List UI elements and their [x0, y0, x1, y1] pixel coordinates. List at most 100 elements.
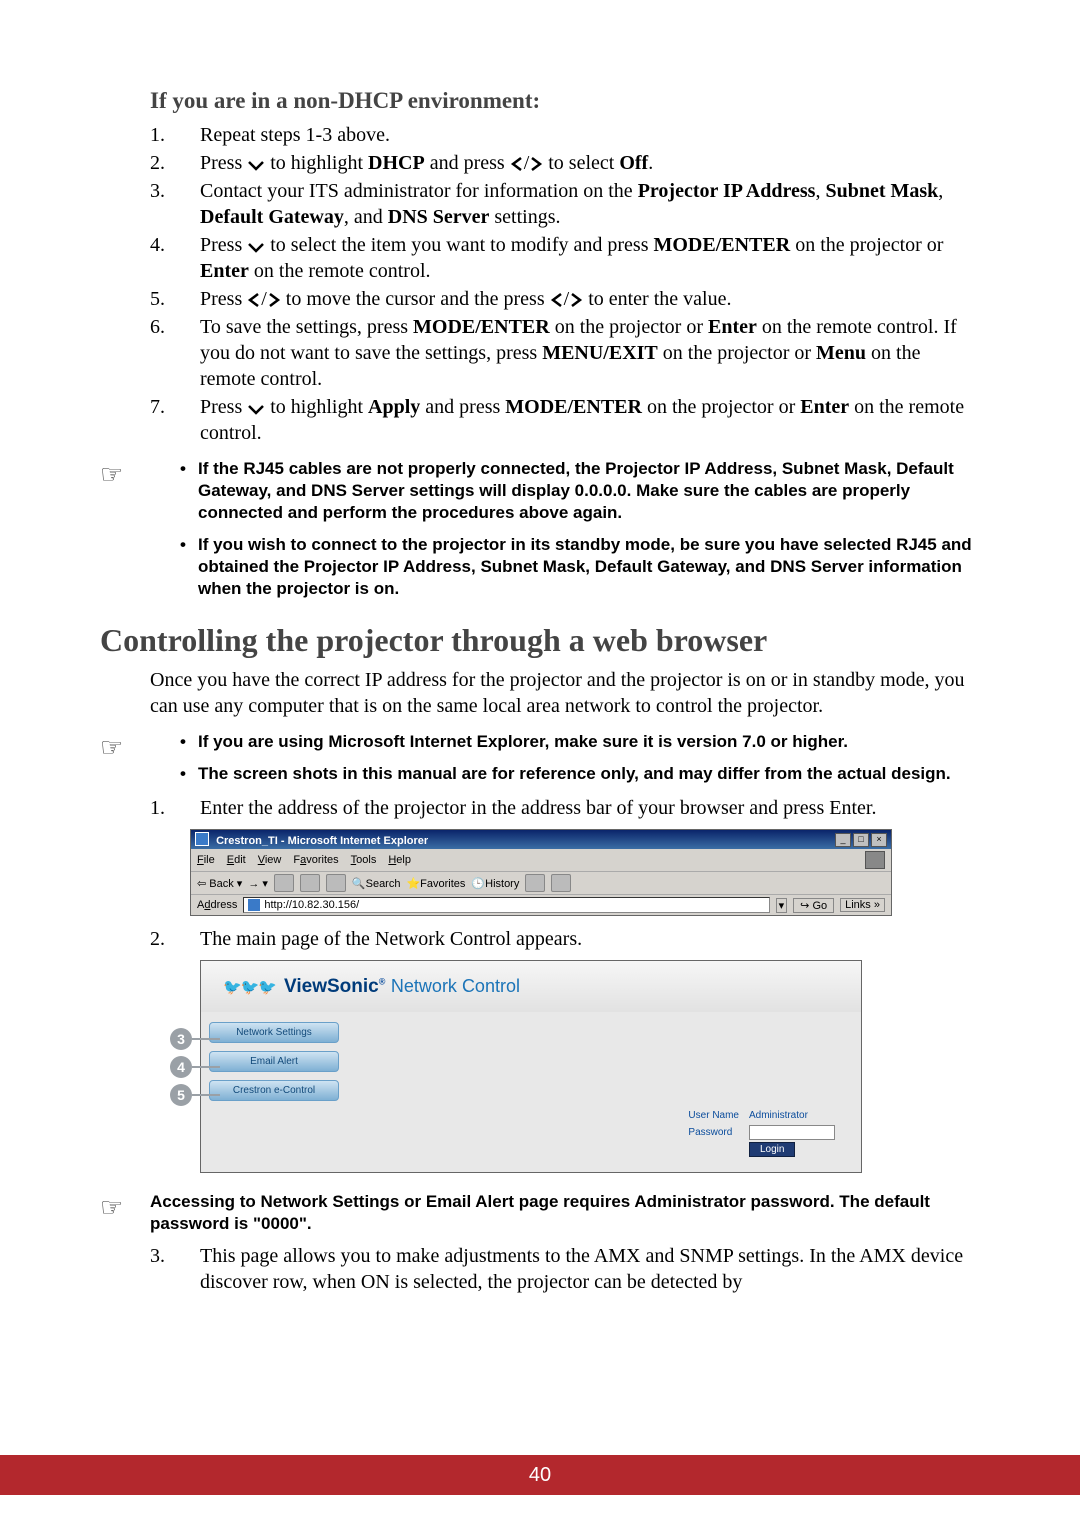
username-value: Administrator [745, 1109, 839, 1122]
step-number: 3. [150, 178, 200, 230]
note-item: If the RJ45 cables are not properly conn… [180, 458, 980, 524]
ie-window-screenshot: Crestron_TI - Microsoft Internet Explore… [190, 829, 892, 916]
menu-view[interactable]: View [258, 854, 282, 866]
mail-icon[interactable] [525, 874, 545, 892]
brand-label: ViewSonic [284, 976, 379, 997]
address-label: Address [197, 899, 237, 911]
down-arrow-icon [247, 398, 265, 418]
links-button[interactable]: Links » [840, 898, 885, 912]
step-5: 5. Press / to move the cursor and the pr… [150, 286, 980, 312]
menu-file[interactable]: File [197, 854, 215, 866]
favorites-button[interactable]: ⭐Favorites [406, 877, 465, 890]
nc-body: Network Settings Email Alert Crestron e-… [201, 1012, 861, 1172]
ie-addressbar: Address http://10.82.30.156/ ▾ ↪ Go Link… [191, 895, 891, 915]
address-dropdown-icon[interactable]: ▾ [776, 898, 788, 913]
step-number: 5. [150, 286, 200, 312]
refresh-icon[interactable] [300, 874, 320, 892]
left-arrow-icon [247, 290, 261, 310]
note-block-1: ☞ If the RJ45 cables are not properly co… [100, 458, 980, 600]
step-number: 7. [150, 394, 200, 446]
left-arrow-icon [550, 290, 564, 310]
callout-badge-3: 3 [170, 1028, 192, 1050]
step-body: Press to highlight Apply and press MODE/… [200, 394, 980, 446]
step-2: 2. Press to highlight DHCP and press / t… [150, 150, 980, 176]
viewsonic-logo-icon: 🐦🐦🐦 [223, 978, 276, 996]
note-block-2: ☞ If you are using Microsoft Internet Ex… [100, 731, 980, 785]
step-b1: 1. Enter the address of the projector in… [150, 795, 980, 821]
non-dhcp-steps: 1. Repeat steps 1-3 above. 2. Press to h… [150, 122, 980, 446]
step-number: 3. [150, 1243, 200, 1295]
stop-icon[interactable] [274, 874, 294, 892]
step-body: This page allows you to make adjustments… [200, 1243, 980, 1295]
page-footer: 40 [0, 1455, 1080, 1495]
step-number: 2. [150, 926, 200, 952]
nc-sidebar: Network Settings Email Alert Crestron e-… [201, 1012, 347, 1172]
callout-badge-4: 4 [170, 1056, 192, 1078]
browser-steps-3: 3. This page allows you to make adjustme… [150, 1243, 980, 1295]
step-body: To save the settings, press MODE/ENTER o… [200, 314, 980, 392]
step-number: 2. [150, 150, 200, 176]
password-label: Password [684, 1124, 743, 1141]
callout-line [192, 1066, 220, 1068]
menu-tools[interactable]: Tools [351, 854, 377, 866]
hand-point-icon: ☞ [100, 1193, 123, 1223]
nc-header: 🐦🐦🐦 ViewSonic® Network Control [201, 961, 861, 1012]
home-icon[interactable] [326, 874, 346, 892]
step-1: 1. Repeat steps 1-3 above. [150, 122, 980, 148]
ie-window-title: Crestron_TI - Microsoft Internet Explore… [195, 832, 428, 847]
close-icon[interactable]: × [871, 833, 887, 847]
tab-network-settings[interactable]: Network Settings [209, 1022, 339, 1043]
page-icon [248, 899, 260, 911]
tab-email-alert[interactable]: Email Alert [209, 1051, 339, 1072]
page-number: 40 [529, 1464, 551, 1486]
window-controls: _ □ × [835, 833, 887, 847]
go-button[interactable]: ↪ Go [793, 898, 834, 913]
step-3: 3. Contact your ITS administrator for in… [150, 178, 980, 230]
ie-logo-icon [865, 851, 885, 869]
step-4: 4. Press to select the item you want to … [150, 232, 980, 284]
step-body: Press to select the item you want to mod… [200, 232, 980, 284]
maximize-icon[interactable]: □ [853, 833, 869, 847]
login-button[interactable]: Login [749, 1142, 795, 1157]
minimize-icon[interactable]: _ [835, 833, 851, 847]
step-number: 1. [150, 122, 200, 148]
step-b3: 3. This page allows you to make adjustme… [150, 1243, 980, 1295]
right-arrow-icon [529, 154, 543, 174]
step-6: 6. To save the settings, press MODE/ENTE… [150, 314, 980, 392]
forward-button[interactable]: → ▾ [248, 877, 268, 890]
network-control-window: 🐦🐦🐦 ViewSonic® Network Control Network S… [200, 960, 862, 1173]
step-body: The main page of the Network Control app… [200, 926, 980, 952]
menu-help[interactable]: Help [388, 854, 411, 866]
address-input[interactable]: http://10.82.30.156/ [243, 897, 769, 913]
note-block-3: ☞ Accessing to Network Settings or Email… [100, 1191, 980, 1235]
nc-main: User Name Administrator Password Login [347, 1012, 861, 1172]
login-panel: User Name Administrator Password Login [682, 1107, 841, 1158]
step-body: Repeat steps 1-3 above. [200, 122, 980, 148]
section-intro: Once you have the correct IP address for… [150, 667, 980, 719]
password-input[interactable] [749, 1125, 835, 1140]
network-control-screenshot: 3 4 5 🐦🐦🐦 ViewSonic® Network Control Net… [170, 960, 980, 1173]
search-button[interactable]: 🔍Search [352, 877, 401, 890]
step-number: 4. [150, 232, 200, 284]
step-number: 6. [150, 314, 200, 392]
nc-title: Network Control [391, 976, 520, 996]
callout-line [192, 1038, 220, 1040]
ie-toolbar: ⇦ Back ▾ → ▾ 🔍Search ⭐Favorites 🕒History [191, 872, 891, 895]
step-number: 1. [150, 795, 200, 821]
manual-page: If you are in a non-DHCP environment: 1.… [0, 0, 1080, 1495]
history-button[interactable]: 🕒History [471, 877, 519, 890]
down-arrow-icon [247, 154, 265, 174]
down-arrow-icon [247, 236, 265, 256]
hand-point-icon: ☞ [100, 733, 123, 763]
username-label: User Name [684, 1109, 743, 1122]
step-7: 7. Press to highlight Apply and press MO… [150, 394, 980, 446]
menu-favorites[interactable]: Favorites [293, 854, 338, 866]
section-heading-non-dhcp: If you are in a non-DHCP environment: [150, 88, 980, 114]
menu-edit[interactable]: Edit [227, 854, 246, 866]
left-arrow-icon [510, 154, 524, 174]
step-b2: 2. The main page of the Network Control … [150, 926, 980, 952]
print-icon[interactable] [551, 874, 571, 892]
back-button[interactable]: ⇦ Back ▾ [197, 877, 242, 890]
right-arrow-icon [267, 290, 281, 310]
tab-crestron-econtrol[interactable]: Crestron e-Control [209, 1080, 339, 1101]
